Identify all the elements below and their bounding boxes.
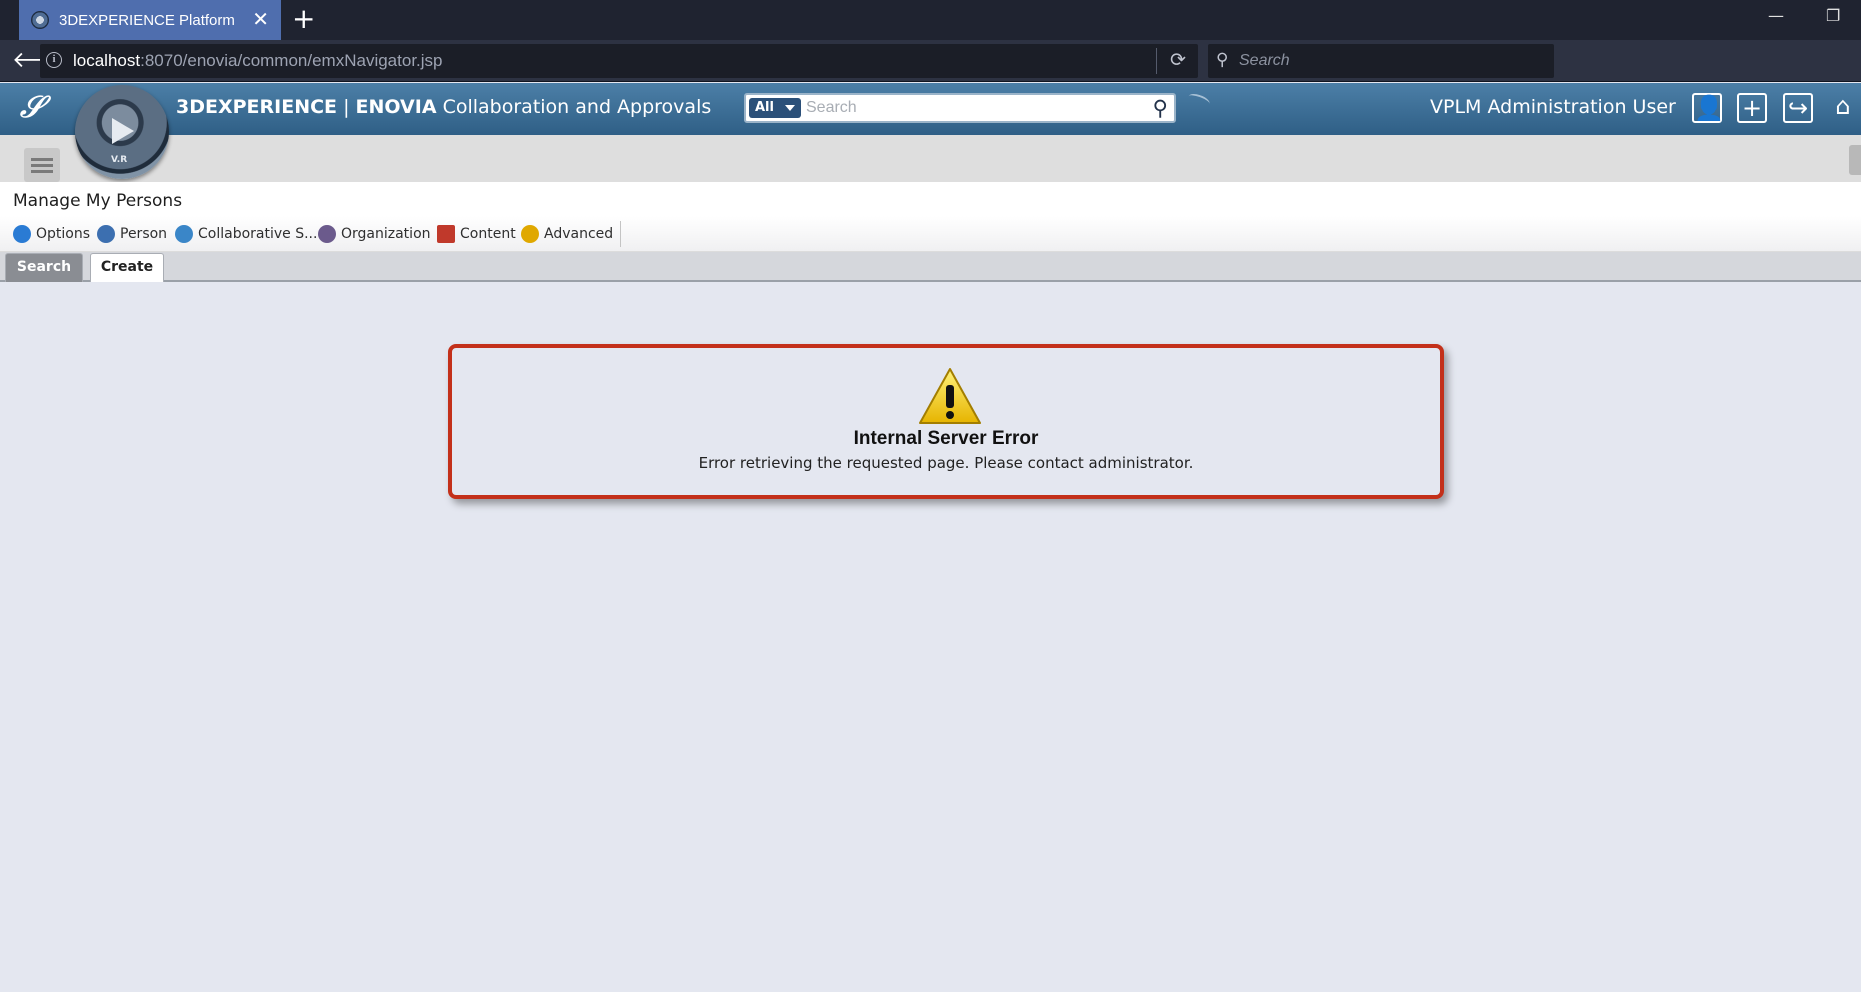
collaborative-space-icon: [175, 225, 193, 243]
home-app-icon[interactable]: ⌂: [1828, 93, 1858, 123]
platform-favicon-icon: [31, 11, 49, 29]
warning-icon: [919, 368, 981, 424]
toolbar-content-label: Content: [460, 226, 516, 242]
reload-icon[interactable]: ⟳: [1170, 49, 1186, 71]
browser-tab[interactable]: 3DEXPERIENCE Platform ✕: [19, 0, 281, 40]
side-panel-toggle[interactable]: [1849, 145, 1861, 175]
minimize-window-icon[interactable]: —: [1768, 6, 1784, 25]
error-title: Internal Server Error: [853, 428, 1039, 449]
title-divider: |: [343, 96, 356, 118]
loading-spinner-icon: [1186, 91, 1212, 109]
page-title: Manage My Persons: [13, 191, 183, 211]
toolbar-divider: [620, 221, 621, 247]
address-bar[interactable]: i localhost:8070/enovia/common/emxNaviga…: [40, 44, 1198, 78]
compass-label: V.R: [111, 155, 128, 165]
browser-tab-strip: 3DEXPERIENCE Platform ✕ + — ❐: [0, 0, 1861, 40]
url-host: localhost: [73, 51, 141, 70]
new-tab-button[interactable]: +: [292, 4, 315, 34]
address-separator: [1156, 48, 1157, 74]
browser-search-box[interactable]: ⚲ Search: [1208, 44, 1554, 78]
address-url[interactable]: localhost:8070/enovia/common/emxNavigato…: [73, 51, 443, 71]
app-search-box[interactable]: All Search ⚲: [744, 93, 1176, 123]
toolbar-advanced[interactable]: Advanced: [521, 225, 613, 243]
app-title: 3DEXPERIENCE | ENOVIA Collaboration and …: [176, 96, 711, 118]
toolbar-person-label: Person: [120, 226, 168, 242]
search-icon: ⚲: [1216, 50, 1229, 70]
site-info-icon[interactable]: i: [46, 52, 62, 68]
app-search-input[interactable]: Search: [806, 99, 857, 117]
error-message: Error retrieving the requested page. Ple…: [698, 454, 1194, 472]
app-name: Collaboration and Approvals: [442, 96, 712, 118]
tab-search[interactable]: Search: [5, 253, 83, 282]
toolbar-options-label: Options: [36, 226, 91, 242]
error-panel: Internal Server Error Error retrieving t…: [448, 344, 1444, 499]
compass-icon[interactable]: V.R: [75, 85, 169, 179]
toolbar-content[interactable]: Content: [437, 225, 516, 243]
options-icon: [13, 225, 31, 243]
tab-create[interactable]: Create: [90, 253, 164, 282]
person-icon: [97, 225, 115, 243]
app-search-icon[interactable]: ⚲: [1153, 96, 1168, 120]
share-icon[interactable]: ↪: [1783, 93, 1813, 123]
sub-header: [0, 135, 1861, 182]
ds-logo-icon: 𝒮: [20, 90, 43, 125]
profile-icon[interactable]: 👤: [1692, 93, 1724, 123]
brand-name: 3DEXPERIENCE: [176, 96, 338, 118]
search-scope-dropdown[interactable]: All: [749, 98, 801, 118]
toolbar-collaborative-space-label: Collaborative S...: [198, 226, 318, 242]
restore-window-icon[interactable]: ❐: [1826, 6, 1840, 25]
chevron-down-icon: [785, 105, 795, 111]
close-tab-icon[interactable]: ✕: [252, 9, 269, 29]
page-header: Manage My Persons Options Person Collabo…: [0, 182, 1861, 252]
browser-nav-bar: 🡐 i localhost:8070/enovia/common/emxNavi…: [0, 40, 1861, 82]
compass-play-icon: [112, 118, 134, 144]
add-icon[interactable]: +: [1737, 93, 1767, 123]
app-header: 𝒮 3DEXPERIENCE | ENOVIA Collaboration an…: [0, 83, 1861, 135]
command-toolbar: Options Person Collaborative S... Organi…: [0, 216, 1861, 252]
url-path: :8070/enovia/common/emxNavigator.jsp: [140, 51, 443, 70]
toolbar-options[interactable]: Options: [13, 225, 90, 243]
user-name[interactable]: VPLM Administration User: [1430, 96, 1676, 118]
page-tabs: Search Create: [0, 252, 1861, 282]
toolbar-collaborative-space[interactable]: Collaborative S...: [175, 225, 317, 243]
browser-search-placeholder: Search: [1239, 52, 1290, 69]
browser-tab-title: 3DEXPERIENCE Platform: [59, 11, 235, 29]
toolbar-advanced-label: Advanced: [544, 226, 614, 242]
toolbar-organization-label: Organization: [341, 226, 431, 242]
toolbar-person[interactable]: Person: [97, 225, 167, 243]
menu-hamburger-icon[interactable]: [24, 148, 60, 182]
toolbar-organization[interactable]: Organization: [318, 225, 431, 243]
organization-icon: [318, 225, 336, 243]
content-icon: [437, 225, 455, 243]
product-name: ENOVIA: [355, 96, 437, 118]
search-scope-label: All: [755, 100, 774, 115]
advanced-icon: [521, 225, 539, 243]
